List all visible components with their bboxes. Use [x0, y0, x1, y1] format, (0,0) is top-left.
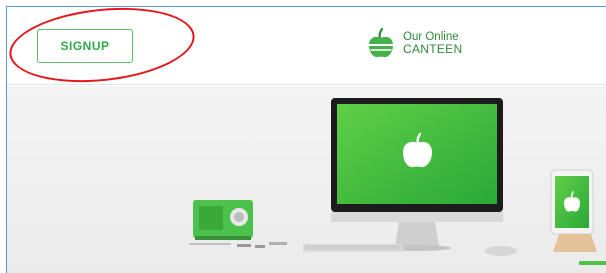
hero-banner — [7, 86, 606, 273]
speaker — [193, 200, 253, 240]
signup-button[interactable]: SIGNUP — [37, 29, 133, 63]
brand[interactable]: Our Online CANTEEN — [367, 27, 462, 59]
pencil — [579, 261, 606, 265]
page-frame: SIGNUP Our Online CANTEEN — [6, 6, 606, 273]
devices-illustration — [7, 86, 606, 273]
brand-name: Our Online CANTEEN — [403, 31, 462, 55]
site-header: SIGNUP Our Online CANTEEN — [7, 7, 606, 85]
brand-line2: CANTEEN — [403, 42, 463, 56]
apple-icon — [369, 27, 393, 58]
tablet — [550, 169, 597, 252]
mouse — [485, 246, 517, 256]
